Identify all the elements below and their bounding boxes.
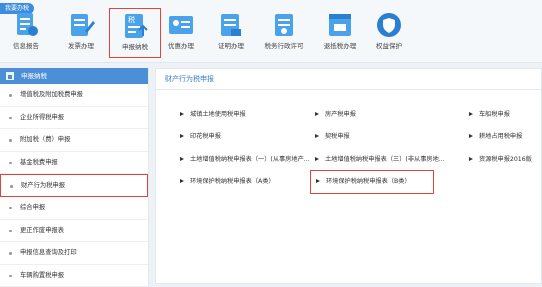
arrow-right-icon bbox=[180, 112, 184, 116]
link-land-vat-form-3[interactable]: 土地增值税纳税申报表（三）(非从事房地... bbox=[315, 154, 461, 166]
arrow-right-icon bbox=[180, 179, 184, 183]
home-icon bbox=[6, 72, 14, 80]
sidebar-item-label: 企业所得税申报 bbox=[20, 113, 65, 121]
link-deed-tax[interactable]: 契税申报 bbox=[315, 131, 465, 143]
refund-icon bbox=[329, 14, 351, 36]
cell-label: 印花税申报 bbox=[190, 133, 221, 140]
cell-label: 城镇土地使用税申报 bbox=[190, 111, 246, 118]
info-report-icon bbox=[17, 13, 38, 36]
link-farmland-occupation-tax[interactable]: 耕地占用税申报 bbox=[469, 131, 542, 143]
link-land-vat-form-1[interactable]: 土地增值税纳税申报表（一）(从事房地产... bbox=[180, 154, 311, 166]
page-title: 财产行为税申报 bbox=[156, 69, 541, 90]
cell-label: 环境保护税纳税申报表（A类） bbox=[190, 178, 275, 185]
tool-label: 证明办理 bbox=[218, 42, 244, 50]
arrow-right-icon bbox=[469, 112, 473, 116]
cell-label: 耕地占用税申报 bbox=[479, 133, 523, 140]
bullet-icon bbox=[9, 139, 12, 142]
rights-protect-icon bbox=[377, 13, 401, 37]
bullet-icon bbox=[9, 161, 12, 165]
bullet-icon bbox=[9, 116, 12, 120]
tool-label: 申报纳税 bbox=[122, 43, 148, 51]
link-urban-land-use-tax[interactable]: 城镇土地使用税申报 bbox=[180, 109, 320, 121]
bullet-icon bbox=[9, 94, 12, 97]
cell-label: 资源税申报2016版 bbox=[479, 156, 532, 163]
invoice-icon bbox=[71, 14, 95, 36]
sidebar-item-corporate-income-tax[interactable]: 企业所得税申报 bbox=[0, 107, 148, 130]
sidebar-item-vehicle-purchase-tax[interactable]: 车辆购置税申报 bbox=[0, 265, 148, 287]
cell-label: 契税申报 bbox=[325, 133, 350, 140]
tool-label: 退抵税办理 bbox=[323, 42, 357, 50]
bullet-icon bbox=[9, 229, 12, 233]
arrow-right-icon bbox=[469, 157, 473, 161]
sidebar-item-label: 申报信息查询及打印 bbox=[20, 249, 77, 257]
tool-label: 税务行政许可 bbox=[264, 42, 304, 50]
tool-certificate[interactable]: 证明办理 bbox=[205, 8, 257, 58]
sidebar-item-comprehensive[interactable]: 综合申报 bbox=[0, 197, 148, 220]
sidebar-item-label: 车辆购置税申报 bbox=[20, 271, 65, 279]
bullet-icon bbox=[9, 252, 12, 255]
main-panel: 财产行为税申报 城镇土地使用税申报 房产税申报 车船税申报 印花税申报 契税申报… bbox=[155, 68, 542, 284]
sidebar-item-label: 增值税及附加税费申报 bbox=[20, 91, 83, 98]
sidebar-item-label: 财产行为税申报 bbox=[21, 182, 66, 190]
sidebar-item-query-print[interactable]: 申报信息查询及打印 bbox=[0, 242, 148, 265]
cell-label: 土地增值税纳税申报表（一）(从事房地产... bbox=[190, 156, 310, 163]
arrow-right-icon bbox=[469, 134, 473, 138]
sidebar-item-label: 基金税费申报 bbox=[20, 158, 58, 166]
arrow-right-icon bbox=[315, 157, 319, 161]
arrow-right-icon bbox=[180, 134, 184, 138]
top-toolbar: 我要办税 信息报告 发票办理 税 申报纳税 优惠办理 证明办理 税务行政许可 退… bbox=[0, 0, 542, 63]
arrow-right-icon bbox=[316, 179, 320, 183]
sidebar-item-label: 附加税（费）申报 bbox=[20, 136, 71, 144]
link-property-tax[interactable]: 房产税申报 bbox=[315, 109, 465, 121]
tool-permit[interactable]: 税务行政许可 bbox=[258, 8, 310, 58]
tool-label: 发票办理 bbox=[68, 42, 94, 50]
sidebar-item-label: 更正作废申报表 bbox=[20, 226, 65, 234]
tool-invoice[interactable]: 发票办理 bbox=[55, 8, 107, 58]
sidebar-item-correction-void[interactable]: 更正作废申报表 bbox=[0, 220, 148, 243]
bullet-icon bbox=[9, 206, 12, 210]
link-vehicle-vessel-tax[interactable]: 车船税申报 bbox=[469, 109, 542, 121]
tool-info-report[interactable]: 信息报告 bbox=[0, 8, 52, 58]
bullet-icon bbox=[9, 274, 12, 278]
cell-label: 土地增值税纳税申报表（三）(非从事房地... bbox=[325, 156, 445, 163]
sidebar-item-label: 综合申报 bbox=[20, 203, 46, 211]
sidebar-item-fund-fees[interactable]: 基金税费申报 bbox=[0, 152, 148, 175]
link-resource-tax-2016[interactable]: 资源税申报2016版 bbox=[469, 154, 542, 166]
link-stamp-duty[interactable]: 印花税申报 bbox=[180, 131, 320, 143]
link-env-protection-tax-b[interactable]: 环境保护税纳税申报表（B类） bbox=[310, 170, 434, 194]
sidebar-item-property-behavior-tax[interactable]: 财产行为税申报 bbox=[0, 174, 148, 197]
tool-rights-protect[interactable]: 权益保护 bbox=[363, 8, 415, 58]
sidebar-header: 申报纳税 bbox=[0, 68, 148, 84]
arrow-right-icon bbox=[180, 157, 184, 161]
arrow-right-icon bbox=[315, 134, 319, 138]
preferential-icon bbox=[169, 16, 193, 34]
tool-tax-declare[interactable]: 税 申报纳税 bbox=[109, 8, 161, 58]
bullet-icon bbox=[10, 185, 13, 188]
sidebar-header-label: 申报纳税 bbox=[21, 72, 47, 80]
sidebar-item-vat[interactable]: 增值税及附加税费申报 bbox=[0, 84, 148, 107]
svg-text:税: 税 bbox=[128, 15, 135, 24]
tool-label: 权益保护 bbox=[376, 42, 402, 50]
link-env-protection-tax-a[interactable]: 环境保护税纳税申报表（A类） bbox=[180, 176, 310, 188]
cell-label: 环境保护税纳税申报表（B类） bbox=[326, 178, 411, 185]
tool-label: 信息报告 bbox=[13, 42, 39, 50]
permit-icon bbox=[275, 14, 293, 36]
arrow-right-icon bbox=[315, 112, 319, 116]
tax-declare-icon: 税 bbox=[125, 14, 148, 38]
certificate-icon bbox=[221, 14, 241, 36]
sidebar-item-surcharge[interactable]: 附加税（费）申报 bbox=[0, 129, 148, 152]
cell-label: 车船税申报 bbox=[479, 111, 510, 118]
sidebar: 申报纳税 增值税及附加税费申报 企业所得税申报 附加税（费）申报 基金税费申报 … bbox=[0, 68, 149, 287]
cell-label: 房产税申报 bbox=[325, 111, 356, 118]
tool-refund[interactable]: 退抵税办理 bbox=[314, 8, 366, 58]
tool-preferential[interactable]: 优惠办理 bbox=[155, 8, 207, 58]
tool-label: 优惠办理 bbox=[168, 42, 194, 50]
